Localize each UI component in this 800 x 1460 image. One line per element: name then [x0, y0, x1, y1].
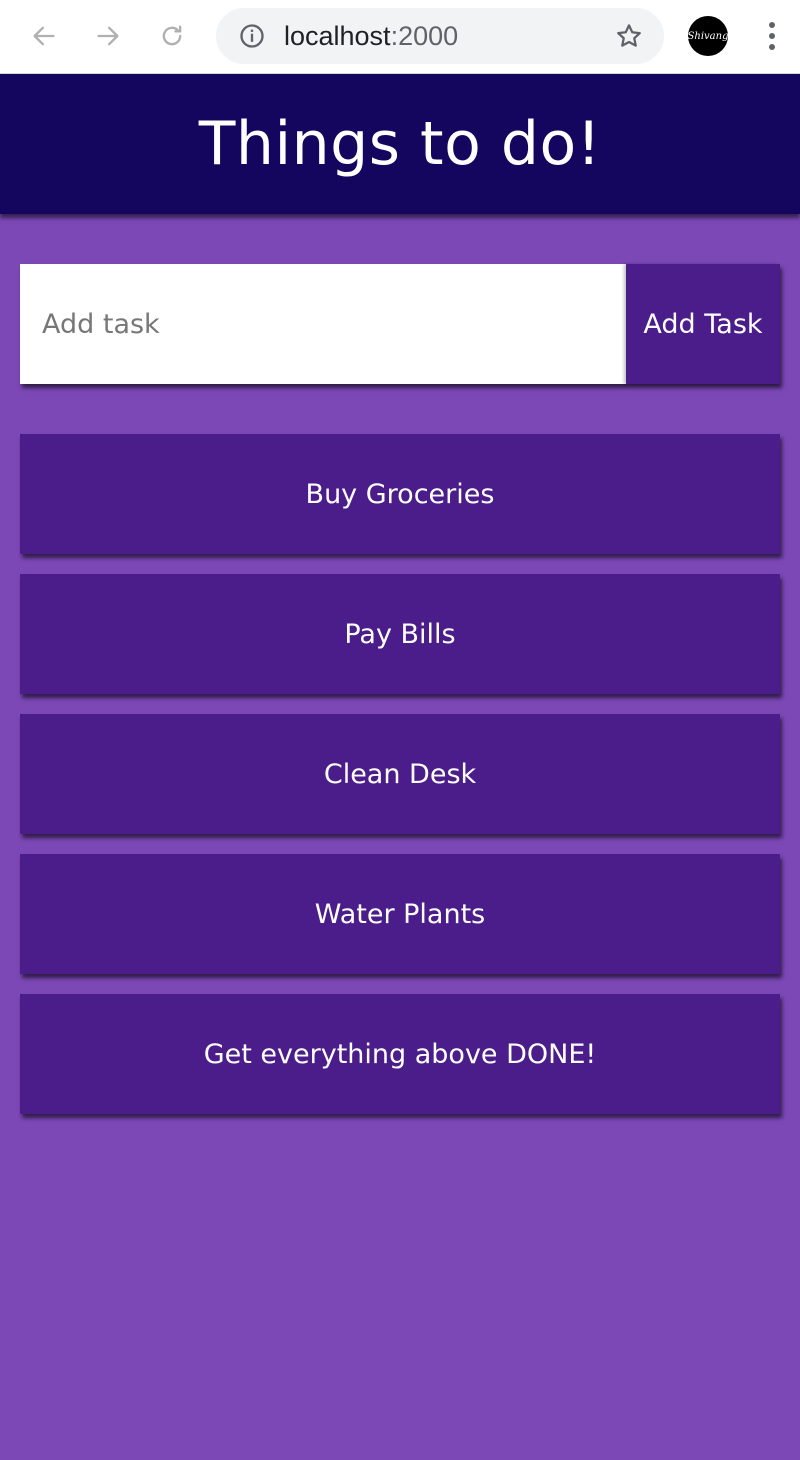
kebab-menu-icon[interactable] — [758, 18, 786, 54]
profile-label: Shivang — [688, 30, 728, 42]
arrow-left-icon — [33, 26, 55, 46]
star-icon[interactable] — [614, 21, 644, 51]
add-task-form: Add Task — [20, 264, 780, 384]
back-button[interactable] — [26, 18, 62, 54]
reload-icon — [162, 25, 182, 46]
task-item[interactable]: Pay Bills — [20, 574, 780, 694]
task-item[interactable]: Water Plants — [20, 854, 780, 974]
reload-button[interactable] — [154, 18, 190, 54]
task-item[interactable]: Get everything above DONE! — [20, 994, 780, 1114]
task-item[interactable]: Clean Desk — [20, 714, 780, 834]
task-list: Buy Groceries Pay Bills Clean Desk Water… — [20, 434, 780, 1134]
url-host: localhost — [284, 21, 391, 51]
forward-button[interactable] — [90, 18, 126, 54]
profile-avatar[interactable]: Shivang — [688, 16, 728, 56]
address-url[interactable]: localhost:2000 — [284, 8, 458, 64]
url-port: :2000 — [390, 21, 459, 51]
address-bar[interactable]: localhost:2000 — [216, 8, 664, 64]
page-title: Things to do! — [198, 109, 602, 179]
task-item[interactable]: Buy Groceries — [20, 434, 780, 554]
info-icon[interactable] — [238, 22, 266, 50]
add-task-input[interactable] — [20, 264, 626, 384]
browser-toolbar: localhost:2000 Shivang — [0, 0, 800, 74]
app-header: Things to do! — [0, 74, 800, 214]
arrow-right-icon — [97, 26, 119, 46]
add-task-button[interactable]: Add Task — [626, 264, 780, 384]
